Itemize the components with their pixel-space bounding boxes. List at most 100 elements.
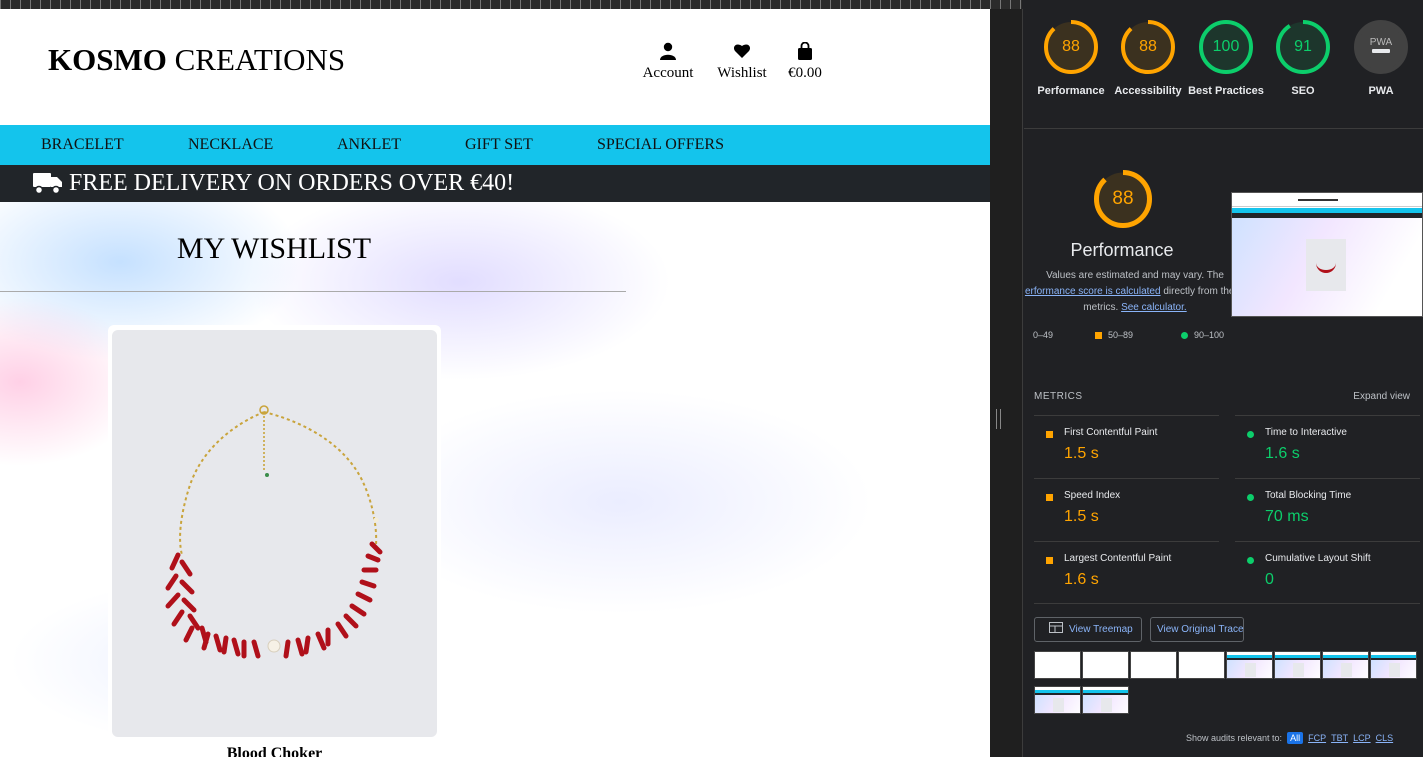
gauge-score: 88: [1062, 38, 1080, 55]
gauge-accessibility[interactable]: 88 Accessibility: [1108, 20, 1188, 99]
truck-icon: [33, 173, 62, 195]
filmstrip-frame: [1034, 686, 1081, 714]
website-viewport: KOSMO CREATIONS Account Wishlist €0.00 B…: [0, 9, 990, 757]
gauge-label: SEO: [1291, 85, 1315, 97]
average-square-icon: [1046, 557, 1053, 564]
gauge-seo[interactable]: 91 SEO: [1263, 20, 1343, 99]
product-card[interactable]: Blood Choker: [108, 325, 441, 757]
audit-filter-all[interactable]: All: [1287, 732, 1304, 744]
wishlist-label: Wishlist: [717, 65, 767, 81]
score-calculated-link[interactable]: erformance score is calculated: [1025, 286, 1161, 297]
delivery-text: FREE DELIVERY ON ORDERS OVER €40!: [69, 170, 515, 196]
audit-filter-cls[interactable]: CLS: [1376, 733, 1394, 743]
heart-icon: [733, 44, 751, 58]
view-treemap-button[interactable]: View Treemap: [1034, 617, 1142, 642]
metric-value: 1.5 s: [1064, 508, 1099, 525]
product-image[interactable]: [112, 330, 437, 737]
pass-dot-icon: [1247, 557, 1254, 564]
gauges-divider: [1024, 128, 1423, 129]
filmstrip-frame: [1178, 651, 1225, 679]
nav-necklace[interactable]: NECKLACE: [188, 136, 273, 154]
performance-gauge-large: 88: [1078, 170, 1168, 228]
view-trace-button[interactable]: View Original Trace: [1150, 617, 1244, 642]
metric-first-contentful-paint: First Contentful Paint 1.5 s: [1034, 415, 1219, 478]
gauge-best-practices[interactable]: 100 Best Practices: [1186, 20, 1266, 99]
metric-name: First Contentful Paint: [1064, 427, 1158, 438]
account-link[interactable]: Account: [640, 42, 696, 82]
metric-name: Time to Interactive: [1265, 427, 1347, 438]
metric-cumulative-layout-shift: Cumulative Layout Shift 0: [1235, 541, 1420, 604]
bag-link[interactable]: €0.00: [784, 42, 826, 82]
nav-bracelet[interactable]: BRACELET: [41, 136, 124, 154]
metric-name: Total Blocking Time: [1265, 490, 1352, 501]
filmstrip-frame: [1082, 651, 1129, 679]
wishlist-section: MY WISHLIST Blood Choker: [0, 202, 990, 757]
pass-dot-icon: [1247, 431, 1254, 438]
metrics-heading: METRICS: [1034, 391, 1083, 402]
metric-value: 70 ms: [1265, 508, 1309, 525]
site-logo[interactable]: KOSMO CREATIONS: [48, 42, 345, 78]
metric-value: 1.6 s: [1265, 445, 1300, 462]
filmstrip-frame: [1370, 651, 1417, 679]
metric-largest-contentful-paint: Largest Contentful Paint 1.6 s: [1034, 541, 1219, 604]
lighthouse-panel: 88 Performance 88 Accessibility 100 Best…: [1024, 0, 1423, 757]
metric-value: 1.5 s: [1064, 445, 1099, 462]
average-square-icon: [1046, 431, 1053, 438]
audit-filter-bar: Show audits relevant to: All FCP TBT LCP CLS: [1186, 732, 1393, 744]
pwa-icon: [1372, 49, 1390, 53]
performance-score: 88: [1112, 188, 1134, 209]
final-screenshot[interactable]: [1231, 192, 1423, 317]
gauge-score: 88: [1139, 38, 1157, 55]
audit-filter-tbt[interactable]: TBT: [1331, 733, 1348, 743]
audit-filter-fcp[interactable]: FCP: [1308, 733, 1326, 743]
metric-value: 0: [1265, 571, 1274, 588]
product-title[interactable]: Blood Choker: [108, 745, 441, 757]
gauge-score: 100: [1212, 38, 1240, 55]
nav-anklet[interactable]: ANKLET: [337, 136, 401, 154]
legend-fail: 0–49: [1033, 330, 1054, 340]
audit-filter-label: Show audits relevant to:: [1186, 733, 1283, 743]
performance-description: Values are estimated and may vary. The e…: [1024, 270, 1246, 313]
gauge-label: Performance: [1037, 85, 1105, 97]
performance-title: Performance: [1070, 240, 1174, 260]
filmstrip-frame: [1322, 651, 1369, 679]
metric-value: 1.6 s: [1064, 571, 1099, 588]
metric-speed-index: Speed Index 1.5 s: [1034, 478, 1219, 541]
main-nav: BRACELET NECKLACE ANKLET GIFT SET SPECIA…: [0, 125, 990, 165]
pass-dot-icon: [1247, 494, 1254, 501]
title-divider: [0, 291, 626, 292]
gauge-pwa[interactable]: PWA PWA: [1341, 20, 1421, 99]
nav-special-offers[interactable]: SPECIAL OFFERS: [597, 136, 724, 154]
page-title: MY WISHLIST: [176, 232, 372, 265]
metric-time-to-interactive: Time to Interactive 1.6 s: [1235, 415, 1420, 478]
filmstrip-frame: [1082, 686, 1129, 714]
filmstrip-frame: [1226, 651, 1273, 679]
wishlist-link[interactable]: Wishlist: [713, 42, 771, 82]
shopping-bag-icon: [798, 42, 812, 60]
necklace-illustration: [165, 405, 383, 659]
average-square-icon: [1046, 494, 1053, 501]
metric-name: Largest Contentful Paint: [1064, 553, 1172, 564]
expand-view-toggle[interactable]: Expand view: [1353, 391, 1410, 402]
gauge-score: PWA: [1369, 37, 1393, 48]
audit-filter-lcp[interactable]: LCP: [1353, 733, 1371, 743]
gauge-label: PWA: [1368, 85, 1394, 97]
legend-average: 50–89: [1095, 330, 1133, 340]
metric-name: Speed Index: [1064, 490, 1121, 501]
gauge-label: Accessibility: [1114, 85, 1182, 97]
delivery-banner: FREE DELIVERY ON ORDERS OVER €40!: [0, 165, 990, 202]
devtools-ruler: [0, 0, 1022, 9]
panel-splitter[interactable]: [990, 9, 1023, 757]
gauge-label: Best Practices: [1188, 85, 1264, 97]
filmstrip-frame: [1130, 651, 1177, 679]
gauge-performance[interactable]: 88 Performance: [1031, 20, 1111, 99]
site-header: KOSMO CREATIONS Account Wishlist €0.00: [0, 9, 990, 125]
splitter-grip[interactable]: [996, 409, 1001, 429]
see-calculator-link[interactable]: See calculator.: [1121, 302, 1187, 313]
metric-total-blocking-time: Total Blocking Time 70 ms: [1235, 478, 1420, 541]
metrics-bottom-border: [1034, 603, 1420, 604]
treemap-icon: [1049, 622, 1063, 633]
metric-name: Cumulative Layout Shift: [1265, 553, 1371, 564]
user-icon: [660, 42, 676, 60]
nav-gift-set[interactable]: GIFT SET: [465, 136, 533, 154]
